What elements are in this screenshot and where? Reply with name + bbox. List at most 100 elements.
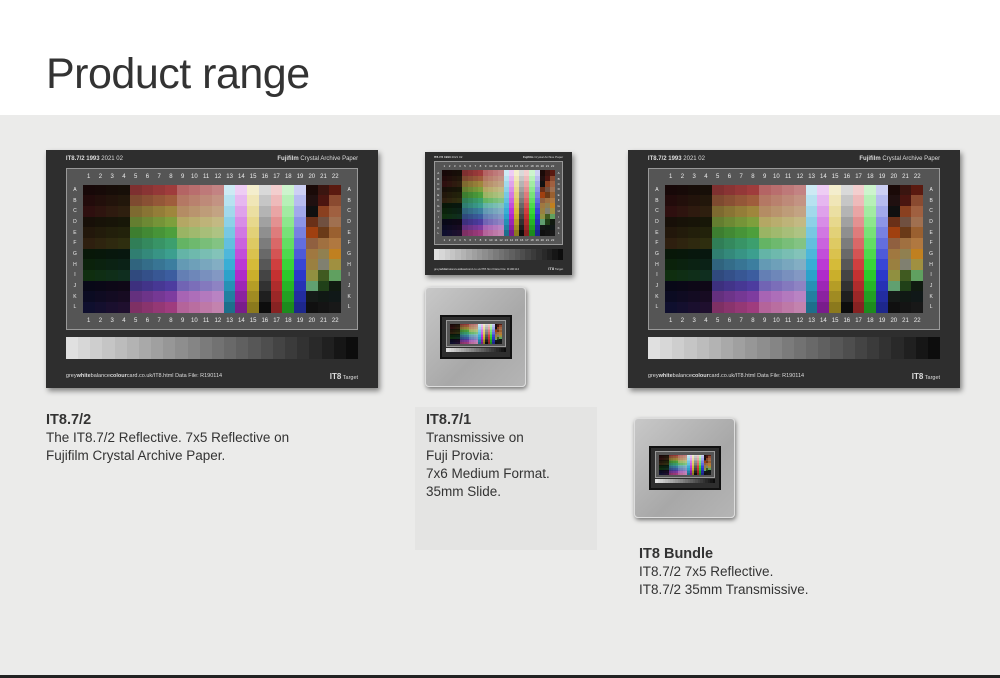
grey-step [733, 336, 746, 360]
row-label: I [656, 272, 658, 279]
bundle-slide-mount-image[interactable]: IT8.7/2 1993 2021 02Fujifilm Crystal Arc… [634, 418, 735, 518]
column-label: 8 [751, 173, 755, 180]
grey-step [696, 336, 709, 360]
color-patch [911, 227, 924, 239]
column-label: 9 [762, 317, 767, 324]
site-part: card.co.uk/IT8.html [467, 266, 493, 271]
color-patch [794, 216, 806, 228]
color-patch [329, 259, 342, 271]
color-patch [212, 206, 224, 217]
grey-step [915, 336, 928, 360]
column-label: 5 [134, 317, 138, 324]
target-paper: Fujifilm Crystal Archive Paper [523, 155, 563, 159]
color-patch [94, 259, 107, 271]
color-patch [676, 184, 689, 196]
row-label: B [347, 197, 351, 204]
color-patch [887, 238, 900, 249]
bundle-reflective-image[interactable]: IT8.7/2 1993 2021 02 Fujifilm Crystal Arc… [628, 150, 960, 388]
grey-scale-strip [446, 348, 507, 353]
grey-step [842, 336, 855, 360]
row-label: D [347, 219, 351, 226]
grey-scale-strip [65, 336, 359, 360]
color-patch [176, 206, 189, 217]
color-patch [852, 238, 865, 249]
color-patch [329, 206, 342, 217]
color-patch [887, 227, 900, 239]
color-patch [817, 291, 830, 303]
color-patch [270, 302, 283, 313]
color-patch [864, 206, 877, 217]
color-patch [700, 270, 712, 281]
color-patch [723, 184, 736, 196]
product-name[interactable]: IT8.7/1 [426, 411, 550, 429]
row-label: L [929, 304, 933, 311]
color-patch [82, 302, 95, 313]
color-patch [235, 259, 248, 271]
color-patch [176, 195, 189, 207]
column-label: 11 [203, 173, 210, 180]
color-patch [911, 248, 924, 260]
color-patch [794, 291, 806, 303]
row-label: K [557, 225, 560, 230]
color-patch [106, 238, 119, 249]
color-patch [282, 302, 295, 313]
column-label: 6 [727, 317, 732, 324]
color-patch [852, 184, 865, 196]
grey-step [660, 336, 673, 360]
it871-slide-mount-image[interactable]: IT8.7/2 1993 2021 02Fujifilm Crystal Arc… [425, 287, 526, 387]
color-patch [770, 270, 783, 281]
color-patch [282, 227, 295, 239]
color-patch [688, 302, 701, 313]
color-patch [305, 280, 318, 292]
column-label: 20 [308, 173, 316, 180]
column-label: 8 [169, 317, 173, 324]
color-patch [664, 302, 677, 313]
color-patch [876, 238, 888, 249]
color-patch [129, 280, 142, 292]
row-label: D [655, 219, 659, 226]
color-patch [153, 238, 166, 249]
color-patch [94, 195, 107, 207]
color-patch [852, 280, 865, 292]
color-patch [282, 291, 295, 303]
color-patch [294, 291, 306, 303]
color-patch [270, 291, 283, 303]
color-patch [282, 206, 295, 217]
color-patch [200, 291, 212, 303]
product-name[interactable]: IT8.7/2 [46, 411, 289, 429]
product-name[interactable]: IT8 Bundle [639, 545, 809, 563]
color-patch [212, 259, 224, 271]
color-patch [282, 280, 295, 292]
color-patch [676, 206, 689, 217]
color-patch [735, 280, 748, 292]
color-patch [106, 280, 119, 292]
color-patch [829, 259, 841, 271]
color-patch [118, 259, 130, 271]
target-brand: Fujifilm [522, 155, 534, 160]
color-patch [852, 206, 865, 217]
column-label: 9 [180, 173, 185, 180]
color-patch [118, 248, 130, 260]
column-label: 14 [238, 173, 245, 180]
color-patch [106, 216, 119, 228]
color-patch [282, 184, 295, 196]
it871-product-image[interactable]: IT8.7/2 1993 2021 02 Fujifilm Crystal Arc… [425, 152, 572, 275]
color-patch [688, 195, 701, 207]
color-patch [747, 216, 759, 228]
it872-product-image[interactable]: IT8.7/2 1993 2021 02 Fujifilm Crystal Arc… [46, 150, 378, 388]
color-patch [294, 238, 306, 249]
row-label: D [929, 219, 933, 226]
color-patch [688, 227, 701, 239]
color-patch [770, 216, 783, 228]
color-patch [711, 184, 724, 196]
product-it871: IT8.7/1 Transmissive on Fuji Provia: 7x6… [426, 411, 550, 501]
target-paper-name: Crystal Archive Paper [534, 155, 564, 160]
color-patch [840, 302, 853, 313]
color-patch [805, 227, 818, 239]
column-label: 18 [866, 317, 874, 324]
color-patch [118, 227, 130, 239]
column-label: 9 [762, 173, 767, 180]
grey-step [672, 336, 685, 360]
color-patch [735, 302, 748, 313]
color-patch [899, 259, 912, 271]
